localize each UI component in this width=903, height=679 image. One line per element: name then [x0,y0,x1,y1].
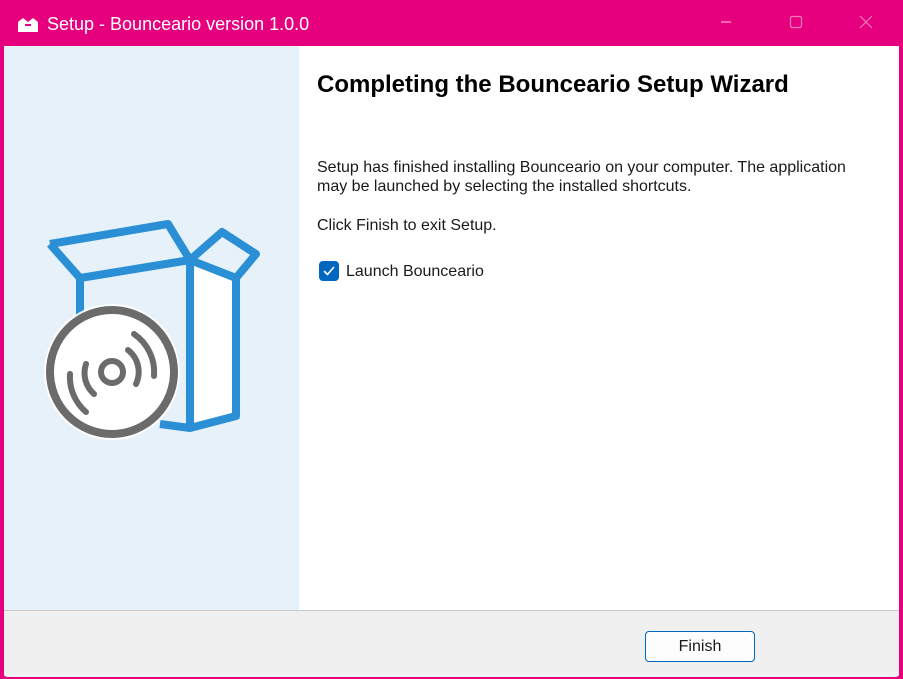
completion-message: Setup has finished installing Bounceario… [317,159,846,195]
installer-box-icon [16,14,40,34]
wizard-side-panel [4,46,299,610]
maximize-icon [789,15,803,34]
launch-checkbox-row[interactable]: Launch Bounceario [319,260,484,282]
minimize-button[interactable] [691,2,761,46]
wizard-footer: Finish [4,611,899,677]
wizard-content: Completing the Bounceario Setup Wizard S… [4,46,899,610]
window-title: Setup - Bounceario version 1.0.0 [47,14,310,34]
maximize-button[interactable] [761,2,831,46]
wizard-main-panel: Completing the Bounceario Setup Wizard S… [299,46,899,610]
close-button[interactable] [831,2,901,46]
launch-checkbox-label[interactable]: Launch Bounceario [346,262,484,281]
finish-button[interactable]: Finish [645,631,755,662]
minimize-icon [720,15,732,33]
box-with-disc-icon [40,216,270,451]
checkmark-icon [323,266,335,276]
exit-instruction: Click Finish to exit Setup. [317,217,497,234]
page-title: Completing the Bounceario Setup Wizard [317,71,789,98]
close-icon [859,15,873,34]
title-bar[interactable]: Setup - Bounceario version 1.0.0 [2,2,901,46]
launch-checkbox[interactable] [319,261,339,281]
setup-window: Setup - Bounceario version 1.0.0 Complet… [0,0,903,679]
